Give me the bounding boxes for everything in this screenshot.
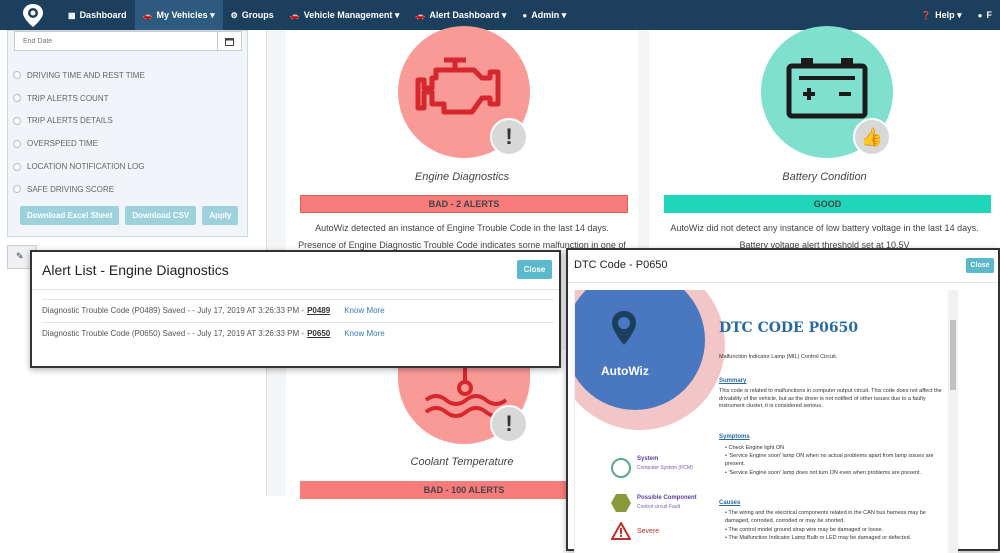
- pdf-brand-name: AutoWiz: [601, 364, 649, 378]
- dtc-code-link[interactable]: P0650: [307, 329, 330, 338]
- nav-help[interactable]: ❓ Help ▾: [913, 0, 970, 30]
- pdf-system-label: System: [637, 456, 659, 462]
- pdf-symptoms-heading: Symptoms: [719, 434, 750, 440]
- dtc-modal-title: DTC Code - P0650: [574, 259, 668, 271]
- pdf-summary-text: This code is related to malfunctions in …: [719, 388, 942, 410]
- report-radio-trip-alerts-details[interactable]: TRIP ALERTS DETAILS: [13, 110, 145, 133]
- top-navbar: ▦ Dashboard 🚗 My Vehicles ▾ ⚙ Groups 🚗 Vehic…: [0, 0, 1000, 30]
- autowiz-logo-icon: [612, 311, 636, 345]
- pdf-component-label: Possible Component: [637, 495, 697, 501]
- sidebar-actions: Download Excel Sheet Download CSV Apply: [20, 206, 239, 225]
- apply-button[interactable]: Apply: [202, 206, 239, 225]
- chevron-down-icon: ▾: [210, 9, 215, 20]
- nav-right: ❓ Help ▾ ● F: [913, 0, 1000, 30]
- radio-icon[interactable]: [13, 116, 21, 125]
- battery-icon: [786, 58, 868, 119]
- engine-card-text-1: AutoWiz detected an instance of Engine T…: [315, 223, 609, 233]
- dashboard-icon: ▦: [68, 10, 76, 20]
- pdf-subtitle: Malfunction Indicator Lamp (MIL) Control…: [719, 354, 838, 360]
- pdf-cause-item: • The control model ground strap wire ma…: [725, 527, 884, 533]
- autowiz-logo-icon[interactable]: [20, 2, 46, 28]
- report-radio-trip-alerts-count[interactable]: TRIP ALERTS COUNT: [13, 87, 145, 110]
- radio-icon[interactable]: [13, 185, 21, 194]
- download-csv-button[interactable]: Download CSV: [125, 206, 197, 225]
- pdf-system-value: Computer System (PCM): [637, 465, 693, 471]
- report-list: DRIVING TIME AND REST TIME TRIP ALERTS C…: [13, 64, 145, 201]
- battery-status-bar: GOOD: [664, 195, 991, 213]
- know-more-link[interactable]: Know More: [344, 329, 384, 338]
- engine-card-title: Engine Diagnostics: [414, 171, 510, 183]
- battery-condition-card: 👍 Battery Condition GOOD AutoWiz did not…: [649, 26, 1000, 250]
- report-radio-safe-driving[interactable]: SAFE DRIVING SCORE: [13, 178, 145, 201]
- pdf-cause-item: • The wiring and the electrical componen…: [725, 510, 926, 524]
- car-icon: 🚗: [142, 10, 153, 20]
- report-radio-driving-time[interactable]: DRIVING TIME AND REST TIME: [13, 64, 145, 87]
- dtc-modal-close-button[interactable]: Close: [966, 258, 994, 273]
- exclamation-icon: !: [490, 118, 528, 156]
- report-radio-location-log[interactable]: LOCATION NOTIFICATION LOG: [13, 155, 145, 178]
- chevron-down-icon: ▾: [957, 9, 962, 20]
- component-hex-icon: [611, 494, 631, 512]
- pdf-symptom-item: • Check Engine light ON: [725, 445, 785, 451]
- chevron-down-icon: ▾: [394, 9, 400, 20]
- modal-divider: [568, 282, 998, 283]
- end-date-field: [14, 31, 242, 51]
- download-excel-button[interactable]: Download Excel Sheet: [20, 206, 120, 225]
- pdf-scrollbar[interactable]: [948, 290, 958, 553]
- calendar-icon[interactable]: [217, 32, 241, 50]
- user-icon: ●: [522, 10, 528, 20]
- pdf-causes-heading: Causes: [719, 500, 741, 506]
- know-more-link[interactable]: Know More: [344, 306, 384, 315]
- exclamation-icon: !: [490, 405, 528, 443]
- nav-vehicle-management[interactable]: 🚗 Vehicle Management ▾: [282, 0, 408, 30]
- alert-modal-close-button[interactable]: Close: [517, 260, 552, 279]
- alert-list-modal: Alert List - Engine Diagnostics Close Di…: [30, 250, 561, 368]
- alert-row: Diagnostic Trouble Code (P0650) Saved - …: [42, 322, 554, 344]
- pdf-symptom-item: • 'Service Engine soon' lamp does not tu…: [725, 470, 922, 476]
- chevron-down-icon: ▾: [501, 9, 507, 20]
- warning-icon: [611, 522, 631, 540]
- alert-modal-title: Alert List - Engine Diagnostics: [42, 262, 229, 278]
- engine-status-bar: BAD - 2 ALERTS: [300, 195, 628, 213]
- alert-row: Diagnostic Trouble Code (P0489) Saved - …: [42, 299, 554, 321]
- scrollbar-thumb[interactable]: [950, 320, 956, 390]
- help-icon: ❓: [921, 10, 932, 20]
- modal-divider: [32, 289, 559, 290]
- radio-icon[interactable]: [13, 139, 21, 148]
- nav-user[interactable]: ● F: [970, 0, 1000, 30]
- nav-dashboard[interactable]: ▦ Dashboard: [60, 0, 135, 30]
- engine-icon: [415, 57, 501, 115]
- pdf-severity: Severe: [637, 528, 660, 535]
- pdf-cause-item: • The Malfunction Indicator Lamp Bulb or…: [725, 535, 912, 541]
- end-date-input[interactable]: [15, 37, 217, 45]
- dtc-pdf-viewer[interactable]: AutoWiz DTC CODE P0650 Malfunction Indic…: [574, 290, 958, 553]
- nav-my-vehicles[interactable]: 🚗 My Vehicles ▾: [134, 0, 223, 30]
- edit-icon[interactable]: ✎: [16, 251, 24, 262]
- nav-groups[interactable]: ⚙ Groups: [223, 0, 282, 30]
- report-radio-overspeed-time[interactable]: OVERSPEED TIME: [13, 132, 145, 155]
- gear-icon: ⚙: [230, 10, 238, 20]
- pdf-summary-heading: Summary: [719, 378, 747, 384]
- car-icon: 🚗: [289, 10, 300, 20]
- user-icon: ●: [977, 10, 983, 20]
- dtc-code-link[interactable]: P0489: [307, 306, 330, 315]
- car-icon: 🚗: [415, 10, 426, 20]
- radio-icon[interactable]: [13, 94, 21, 103]
- radio-icon[interactable]: [13, 162, 21, 171]
- pdf-component-value: Control circuit Fault: [637, 504, 681, 510]
- pdf-symptom-item: • 'Service Engine soon' lamp ON when no …: [725, 453, 934, 467]
- dtc-code-modal: DTC Code - P0650 Close AutoWiz DTC CODE …: [566, 248, 1000, 553]
- radio-icon[interactable]: [13, 71, 21, 80]
- nav-admin[interactable]: ● Admin ▾: [514, 0, 574, 30]
- thumbs-up-icon: 👍: [853, 118, 891, 156]
- report-sidebar: DRIVING TIME AND REST TIME TRIP ALERTS C…: [7, 30, 248, 237]
- engine-diagnostics-card: ! Engine Diagnostics BAD - 2 ALERTS Auto…: [286, 26, 638, 250]
- system-gear-icon: [611, 458, 631, 478]
- pdf-heading: DTC CODE P0650: [719, 320, 859, 336]
- battery-card-text-1: AutoWiz did not detect any instance of l…: [670, 223, 979, 233]
- chevron-down-icon: ▾: [561, 9, 567, 20]
- battery-card-title: Battery Condition: [782, 171, 867, 183]
